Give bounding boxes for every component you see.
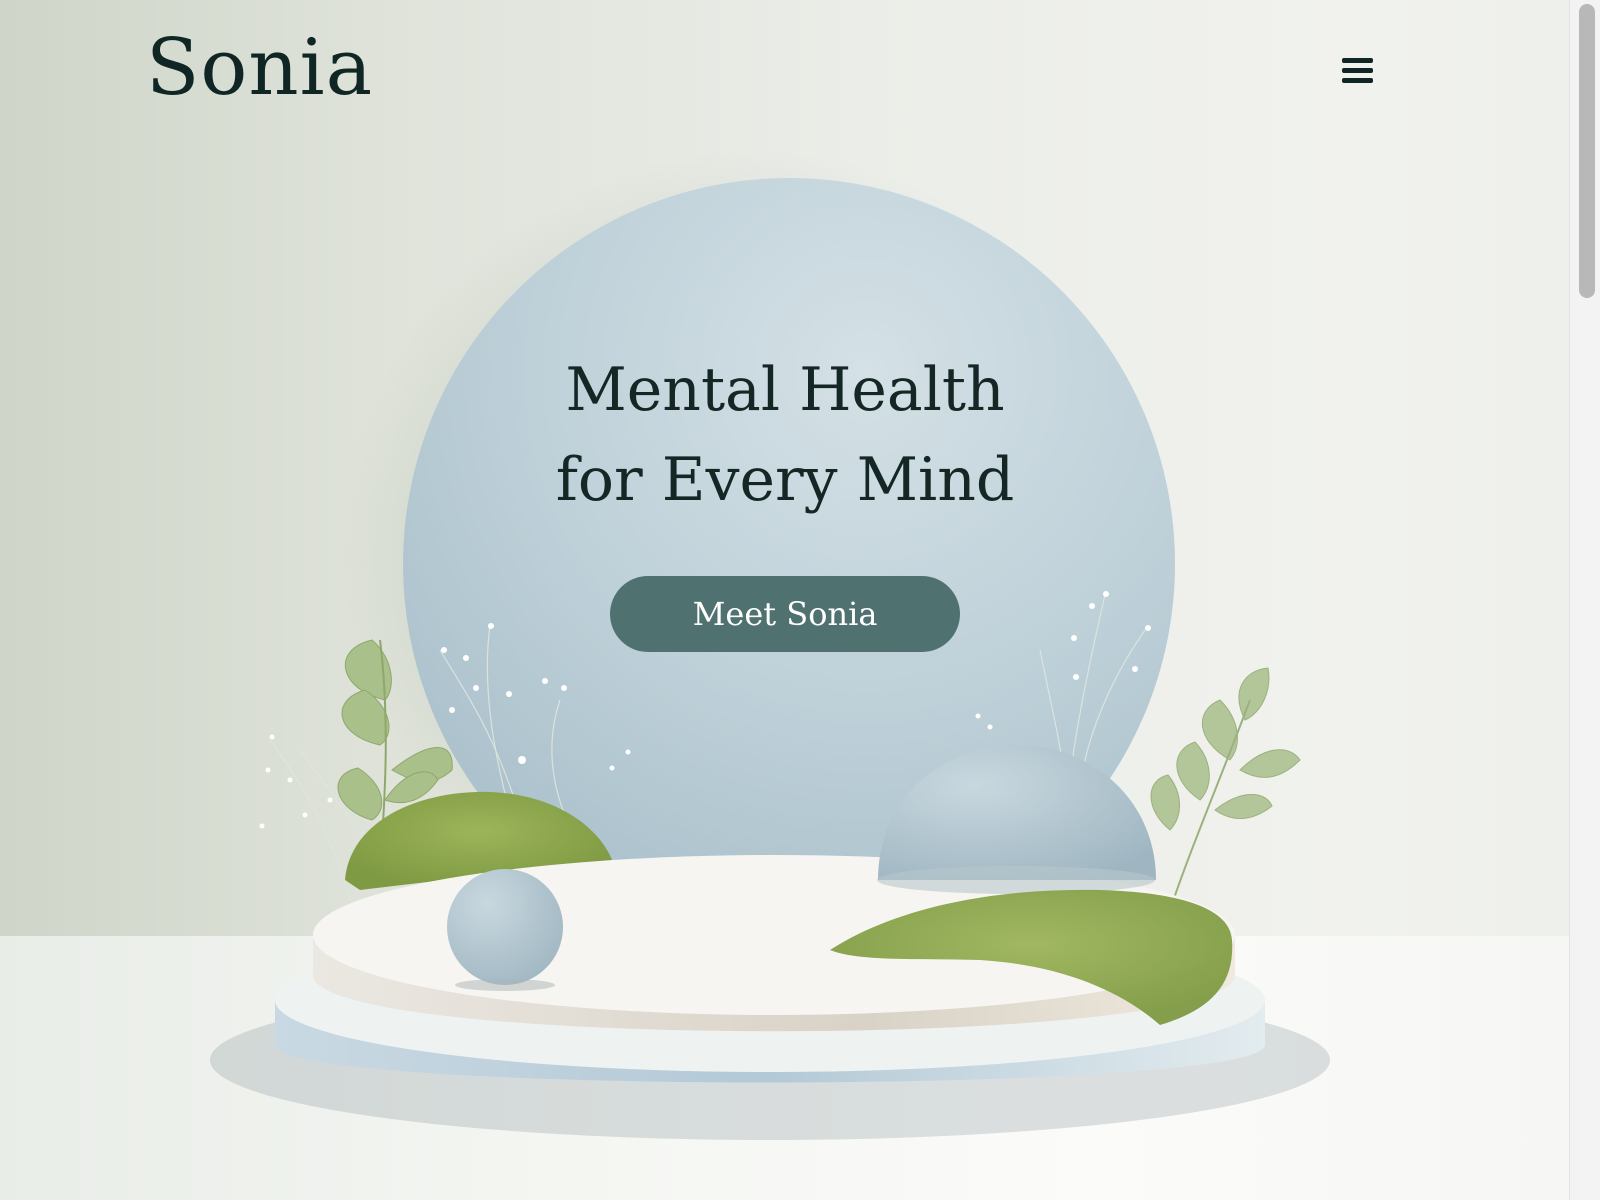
- page: Sonia Mental Health for Every Mind Meet …: [0, 0, 1569, 1200]
- meet-sonia-button[interactable]: Meet Sonia: [610, 576, 960, 652]
- menu-bar: [1342, 57, 1373, 63]
- hero-headline: Mental Health for Every Mind: [385, 345, 1185, 525]
- hero-text: Mental Health for Every Mind: [385, 345, 1185, 525]
- headline-line-1: Mental Health: [565, 355, 1005, 425]
- small-sphere: [447, 869, 563, 985]
- menu-bar: [1342, 77, 1373, 83]
- right-leaves: [1150, 667, 1301, 831]
- site-header: Sonia: [0, 0, 1569, 140]
- hamburger-menu-icon[interactable]: [1342, 50, 1390, 90]
- scrollbar-thumb[interactable]: [1579, 4, 1595, 298]
- menu-bar: [1342, 67, 1373, 73]
- site-logo[interactable]: Sonia: [146, 22, 373, 116]
- scrollbar[interactable]: [1569, 0, 1600, 1200]
- headline-line-2: for Every Mind: [555, 445, 1015, 515]
